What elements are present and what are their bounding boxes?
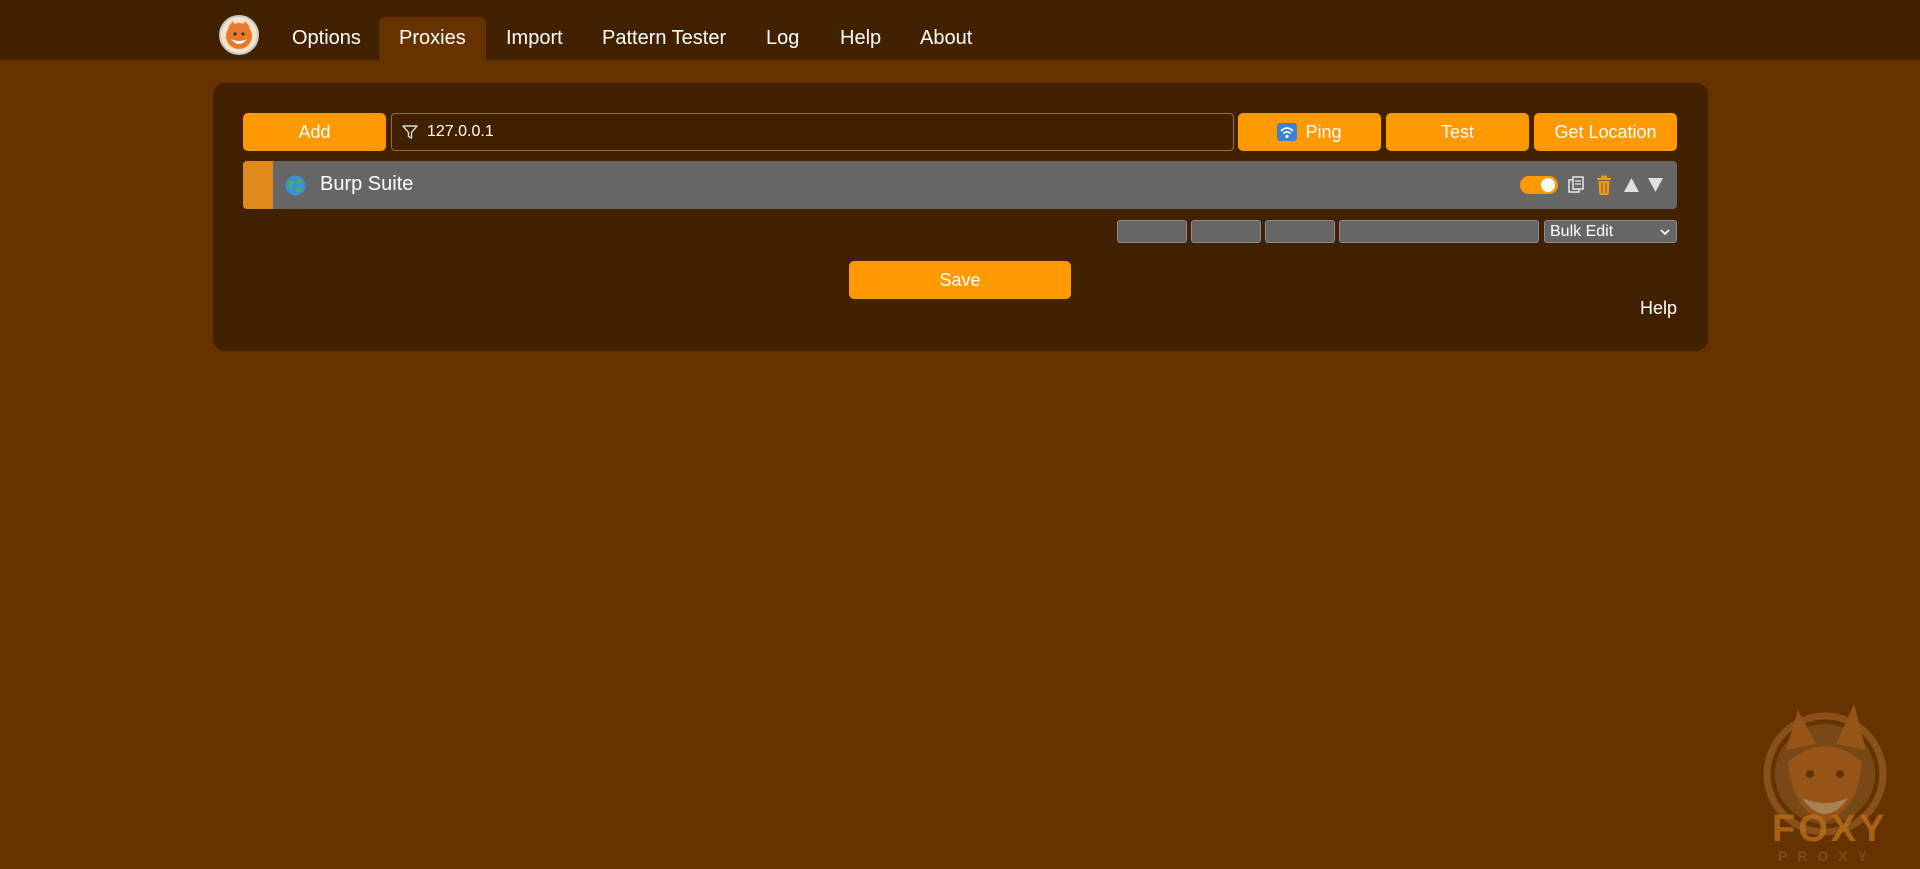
globe-icon (285, 175, 306, 196)
duplicate-icon[interactable] (1568, 176, 1584, 194)
proxy-enable-toggle[interactable] (1520, 176, 1558, 194)
bulk-field-3[interactable] (1265, 220, 1335, 243)
top-nav: Options Proxies Import Pattern Tester Lo… (0, 0, 1920, 60)
bulk-edit-select-value: Bulk Edit (1550, 223, 1614, 240)
tab-about[interactable]: About (900, 17, 992, 60)
bulk-field-4[interactable] (1339, 220, 1539, 243)
watermark-brand: FOXY (1772, 808, 1888, 850)
filter-input[interactable] (427, 114, 1233, 150)
filter-box (391, 113, 1234, 151)
tab-pattern-tester[interactable]: Pattern Tester (582, 17, 746, 60)
tab-proxies[interactable]: Proxies (379, 17, 486, 60)
move-down-icon[interactable] (1647, 177, 1664, 193)
test-button[interactable]: Test (1386, 113, 1529, 151)
tab-options[interactable]: Options (272, 17, 381, 60)
ping-label: Ping (1305, 121, 1342, 142)
toggle-knob (1541, 178, 1555, 192)
filter-icon (402, 125, 418, 139)
proxy-row[interactable]: Burp Suite (243, 161, 1677, 209)
move-up-icon[interactable] (1623, 177, 1640, 193)
chevron-down-icon (1660, 229, 1670, 236)
foxyproxy-logo-icon (219, 15, 259, 55)
delete-icon[interactable] (1595, 175, 1613, 196)
tab-log[interactable]: Log (746, 17, 819, 60)
bulk-field-2[interactable] (1191, 220, 1261, 243)
proxy-title: Burp Suite (320, 173, 414, 195)
proxy-color-bar[interactable] (243, 161, 273, 209)
wifi-icon (1277, 123, 1298, 141)
add-button[interactable]: Add (243, 113, 386, 151)
get-location-button[interactable]: Get Location (1534, 113, 1677, 151)
help-link[interactable]: Help (1640, 298, 1677, 319)
bulk-edit-select[interactable]: Bulk Edit (1544, 220, 1677, 243)
ping-button[interactable]: Ping (1238, 113, 1381, 151)
bulk-field-1[interactable] (1117, 220, 1187, 243)
tab-help[interactable]: Help (820, 17, 901, 60)
tab-import[interactable]: Import (486, 17, 583, 60)
save-button[interactable]: Save (849, 261, 1071, 299)
watermark-sub: PROXY (1778, 848, 1878, 864)
